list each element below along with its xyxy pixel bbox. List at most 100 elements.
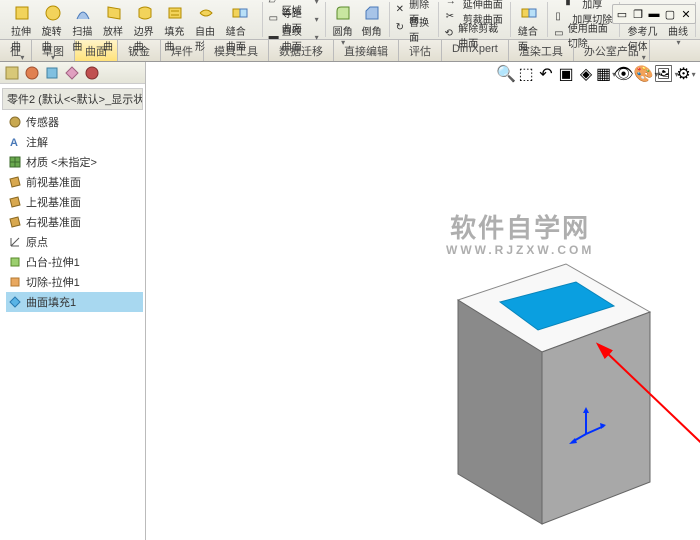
cut-icon — [8, 275, 22, 289]
trim-group: →延伸曲面 ✂剪裁曲面 ⟲解除剪裁曲面 — [439, 2, 511, 37]
tree-item[interactable]: 材质 <未指定> — [6, 152, 143, 172]
swept-surface-button[interactable]: 扫描曲 — [69, 2, 97, 63]
thicken-button[interactable]: ▮加厚 — [563, 0, 604, 11]
extend-surface-button[interactable]: →延伸曲面 — [444, 0, 505, 11]
tree-item-label: 上视基准面 — [26, 194, 81, 210]
tab-dimxpert[interactable]: DimXpert — [442, 40, 509, 61]
material-icon — [8, 155, 22, 169]
tree-item-label: 凸台-拉伸1 — [26, 254, 80, 270]
doc-x-icon[interactable]: ✕ — [679, 7, 693, 21]
label: 延伸曲面 — [463, 0, 503, 11]
zoom-area-icon[interactable]: ⬚ — [518, 66, 534, 82]
edit-appearance-icon[interactable]: 🎨▾ — [638, 66, 654, 82]
model-cube[interactable] — [436, 242, 672, 532]
label: 放样曲 — [103, 23, 125, 53]
tree-item[interactable]: 曲面填充1 — [6, 292, 143, 312]
label: 自由形 — [195, 23, 217, 53]
main-area: 零件2 (默认<<默认>_显示状态 传感器 A注解材质 <未指定> 前视基准面上视基… — [0, 62, 700, 540]
feature-tree-tab-icon[interactable] — [4, 65, 20, 81]
label: 参考几何体 — [627, 23, 659, 53]
property-tab-icon[interactable] — [24, 65, 40, 81]
knit-group2: 缝合面 — [511, 2, 548, 37]
replace-face-icon: ↻ — [396, 22, 406, 36]
doc-max-icon[interactable]: ▢ — [663, 7, 677, 21]
feature-manager-panel: 零件2 (默认<<默认>_显示状态 传感器 A注解材质 <未指定> 前视基准面上视基… — [0, 62, 146, 540]
section-view-icon[interactable]: ▣ — [558, 66, 574, 82]
tree-item[interactable]: A注解 — [6, 132, 143, 152]
boundary-surface-button[interactable]: 边界曲 — [131, 2, 159, 63]
tree-item-label: 传感器 — [26, 114, 59, 130]
fillet-button[interactable]: 圆角▾ — [330, 2, 356, 48]
label: 拉伸曲 — [11, 23, 33, 53]
label: 边界曲 — [134, 23, 156, 53]
label: 曲线 — [668, 23, 688, 38]
label: 倒角 — [362, 23, 382, 38]
revolved-surface-button[interactable]: 旋转曲▾ — [39, 2, 67, 63]
label: 替换面 — [409, 14, 431, 44]
tree-item[interactable]: 右视基准面 — [6, 212, 143, 232]
filled-surface-button[interactable]: 填充曲 — [161, 2, 189, 63]
knit-button[interactable]: 缝合面 — [515, 2, 543, 54]
tree-item-label: 原点 — [26, 234, 48, 250]
tab-evaluate[interactable]: 评估 — [399, 40, 442, 61]
thicken-group: ▮加厚 ▯加厚切除 ▭使用曲面切除 — [548, 2, 620, 37]
graphics-viewport[interactable]: 🔍 ⬚ ↶ ▣ ◈ ▦▾ 👁▾ 🎨▾ 🖼▾ ⚙▾ 软件自学网 WWW.RJZXW… — [146, 62, 700, 540]
sensor-icon — [8, 115, 22, 129]
dimxpert-tab-icon[interactable] — [64, 65, 80, 81]
hide-show-icon[interactable]: 👁▾ — [618, 66, 634, 82]
plane-icon — [8, 215, 22, 229]
knit-surface-icon — [230, 3, 250, 23]
face-group: ✕删除面 ↻替换面 — [390, 2, 439, 37]
extruded-surface-icon — [12, 3, 32, 23]
tree-item-label: 材质 <未指定> — [26, 154, 97, 170]
extruded-surface-button[interactable]: 拉伸曲▾ — [8, 2, 36, 63]
prev-view-icon[interactable]: ↶ — [538, 66, 554, 82]
plane-icon — [8, 195, 22, 209]
tree-item[interactable]: 凸台-拉伸1 — [6, 252, 143, 272]
tree-item[interactable]: 切除-拉伸1 — [6, 272, 143, 292]
knit-surface-button[interactable]: 缝合曲面 — [223, 2, 258, 63]
lofted-surface-button[interactable]: 放样曲 — [100, 2, 128, 63]
surface-group: 拉伸曲▾ 旋转曲▾ 扫描曲 放样曲 边界曲 填充曲 自由形 缝合曲面 — [4, 2, 263, 37]
display-style-icon[interactable]: ▦▾ — [598, 66, 614, 82]
label: 旋转曲 — [42, 23, 64, 53]
view-orientation-icon[interactable]: ◈ — [578, 66, 594, 82]
tree-item[interactable]: 原点 — [6, 232, 143, 252]
tree-item-label: 前视基准面 — [26, 174, 81, 190]
zoom-fit-icon[interactable]: 🔍 — [498, 66, 514, 82]
annot-icon: A — [8, 135, 22, 149]
view-toolbar: 🔍 ⬚ ↶ ▣ ◈ ▦▾ 👁▾ 🎨▾ 🖼▾ ⚙▾ — [498, 66, 694, 82]
tree-item[interactable]: 上视基准面 — [6, 192, 143, 212]
view-settings-icon[interactable]: ⚙▾ — [678, 66, 694, 82]
doc-tile-icon[interactable]: ▭ — [615, 7, 629, 21]
label: 扫描曲 — [72, 23, 94, 53]
freeform-button[interactable]: 自由形 — [192, 2, 220, 63]
feature-group: 圆角▾ 倒角 — [326, 2, 390, 37]
watermark-main: 软件自学网 — [446, 208, 594, 245]
revolved-surface-icon — [43, 3, 63, 23]
knit-icon — [519, 3, 539, 23]
boundary-surface-icon — [135, 3, 155, 23]
doc-cascade-icon[interactable]: ❐ — [631, 7, 645, 21]
orientation-triad — [566, 404, 606, 444]
tree-root-title[interactable]: 零件2 (默认<<默认>_显示状态 — [2, 88, 143, 110]
extrude-icon — [8, 255, 22, 269]
tab-datamigration[interactable]: 数据迁移 — [269, 40, 334, 61]
label: 缝合曲面 — [226, 23, 255, 53]
tree-item[interactable]: 前视基准面 — [6, 172, 143, 192]
swept-surface-icon — [73, 3, 93, 23]
display-tab-icon[interactable] — [84, 65, 100, 81]
freeform-icon — [196, 3, 216, 23]
tree-list: 传感器 A注解材质 <未指定> 前视基准面上视基准面右视基准面原点凸台-拉伸1 切除-… — [2, 112, 143, 312]
config-tab-icon[interactable] — [44, 65, 60, 81]
chamfer-button[interactable]: 倒角 — [359, 2, 385, 48]
tree-item-label: 右视基准面 — [26, 214, 81, 230]
label: 圆角 — [333, 23, 353, 38]
tree-item[interactable]: 传感器 — [6, 112, 143, 132]
apply-scene-icon[interactable]: 🖼▾ — [658, 66, 674, 82]
replace-face-button[interactable]: ↻替换面 — [394, 20, 434, 38]
doc-close-icon[interactable]: ▬ — [647, 7, 661, 21]
offset-icon: ▭ — [269, 13, 279, 27]
fillet-icon — [333, 3, 353, 23]
extend-icon: → — [446, 0, 460, 10]
